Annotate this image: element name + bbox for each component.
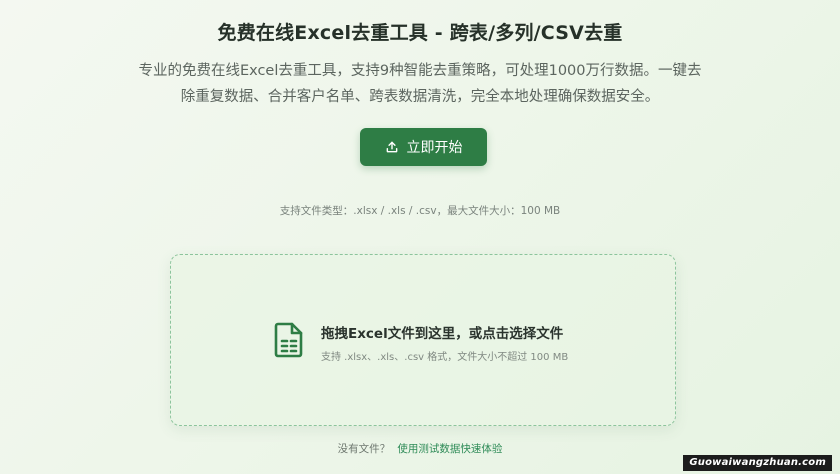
start-button-label: 立即开始 — [406, 140, 463, 156]
demo-prompt: 没有文件？ — [337, 443, 391, 455]
file-dropzone[interactable]: 拖拽Excel文件到这里，或点击选择文件 支持 .xlsx、.xls、.csv … — [170, 254, 676, 426]
dropzone-main-text: 拖拽Excel文件到这里，或点击选择文件 — [321, 325, 564, 342]
subtitle-line-1: 专业的免费在线Excel去重工具，支持9种智能去重策略，可处理1000万行数据。… — [138, 63, 702, 79]
dropzone-text: 拖拽Excel文件到这里，或点击选择文件 支持 .xlsx、.xls、.csv … — [321, 322, 568, 363]
dropzone-sub-text: 支持 .xlsx、.xls、.csv 格式，文件大小不超过 100 MB — [321, 351, 569, 363]
spreadsheet-file-icon — [273, 321, 305, 363]
demo-data-link[interactable]: 使用测试数据快速体验 — [397, 443, 502, 455]
watermark: Guowaiwangzhuan.com — [683, 455, 832, 471]
subtitle-line-2: 除重复数据、合并客户名单、跨表数据清洗，完全本地处理确保数据安全。 — [180, 89, 660, 105]
upload-icon — [385, 140, 399, 154]
start-button[interactable]: 立即开始 — [360, 128, 487, 166]
page-title: 免费在线Excel去重工具 - 跨表/多列/CSV去重 — [217, 22, 623, 44]
dropzone-content: 拖拽Excel文件到这里，或点击选择文件 支持 .xlsx、.xls、.csv … — [273, 321, 568, 363]
page-root: 免费在线Excel去重工具 - 跨表/多列/CSV去重 专业的免费在线Excel… — [0, 0, 840, 474]
page-subtitle: 专业的免费在线Excel去重工具，支持9种智能去重策略，可处理1000万行数据。… — [120, 58, 720, 110]
demo-row: 没有文件？ 使用测试数据快速体验 — [0, 441, 840, 456]
supported-types-note: 支持文件类型：.xlsx / .xls / .csv，最大文件大小：100 MB — [279, 205, 561, 217]
